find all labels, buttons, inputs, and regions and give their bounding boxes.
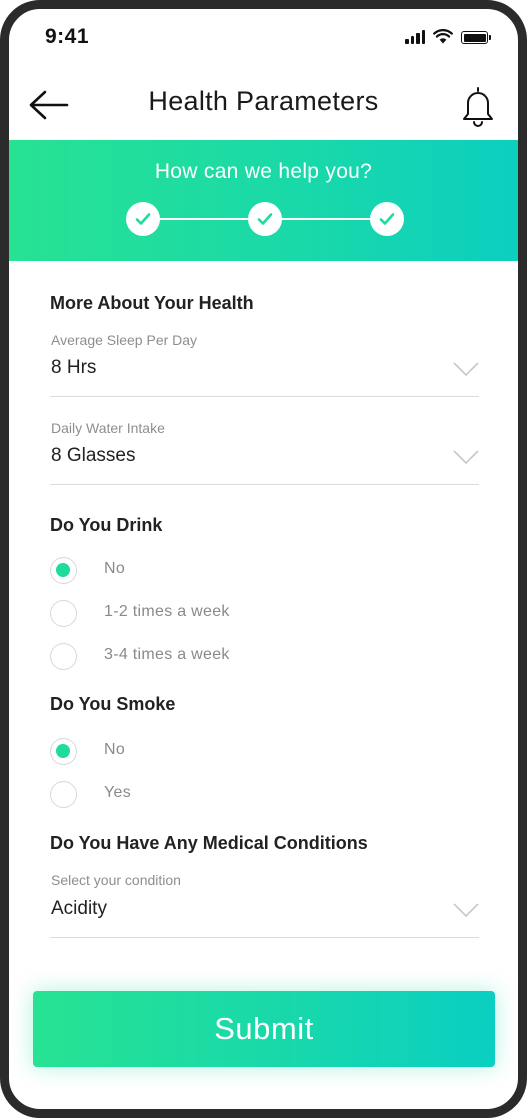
- sleep-select[interactable]: 8 Hrs: [50, 349, 479, 397]
- step-2-complete: [248, 202, 282, 236]
- radio-label: 3-4 times a week: [104, 646, 230, 663]
- bell-icon: [463, 87, 493, 127]
- step-1-complete: [126, 202, 160, 236]
- check-icon: [379, 213, 395, 225]
- step-connector: [280, 218, 370, 220]
- banner-title: How can we help you?: [154, 160, 373, 183]
- section-title-smoke: Do You Smoke: [50, 694, 176, 714]
- app-header: Health Parameters: [9, 73, 518, 141]
- section-title-medical: Do You Have Any Medical Conditions: [50, 833, 368, 853]
- condition-label: Select your condition: [51, 872, 181, 888]
- chevron-down-icon: [453, 362, 479, 377]
- section-title-health: More About Your Health: [50, 293, 254, 313]
- radio-button[interactable]: [50, 643, 77, 670]
- check-icon: [257, 213, 273, 225]
- submit-button[interactable]: Submit: [33, 991, 495, 1067]
- radio-label: No: [104, 560, 126, 577]
- condition-select[interactable]: Acidity: [50, 890, 479, 938]
- condition-value: Acidity: [51, 898, 107, 919]
- check-icon: [135, 213, 151, 225]
- water-value: 8 Glasses: [51, 445, 136, 466]
- smoke-option-no[interactable]: No: [50, 736, 350, 766]
- page-title: Health Parameters: [148, 86, 379, 116]
- section-title-drink: Do You Drink: [50, 515, 163, 535]
- radio-label: Yes: [104, 784, 132, 801]
- drink-option-3-4-times[interactable]: 3-4 times a week: [50, 641, 350, 671]
- water-select[interactable]: 8 Glasses: [50, 437, 479, 485]
- radio-button-selected[interactable]: [50, 738, 77, 765]
- progress-stepper: [126, 202, 406, 236]
- step-connector: [158, 218, 248, 220]
- battery-icon: [461, 31, 491, 44]
- sleep-label: Average Sleep Per Day: [51, 332, 198, 348]
- radio-label: No: [104, 741, 126, 758]
- smoke-option-yes[interactable]: Yes: [50, 779, 350, 809]
- signal-icon: [405, 30, 425, 44]
- phone-frame: 9:41 Health Parameters How can we help y…: [0, 0, 527, 1118]
- wifi-icon: [433, 29, 453, 44]
- radio-button[interactable]: [50, 781, 77, 808]
- progress-banner: How can we help you?: [9, 140, 518, 261]
- status-bar: 9:41: [9, 9, 518, 73]
- drink-option-no[interactable]: No: [50, 555, 350, 585]
- radio-button-selected[interactable]: [50, 557, 77, 584]
- chevron-down-icon: [453, 450, 479, 465]
- step-3-complete: [370, 202, 404, 236]
- water-label: Daily Water Intake: [51, 420, 165, 436]
- radio-button[interactable]: [50, 600, 77, 627]
- chevron-down-icon: [453, 903, 479, 918]
- status-icons: [405, 29, 491, 44]
- sleep-value: 8 Hrs: [51, 357, 97, 378]
- drink-option-1-2-times[interactable]: 1-2 times a week: [50, 598, 350, 628]
- status-time: 9:41: [45, 25, 90, 48]
- radio-label: 1-2 times a week: [104, 603, 230, 620]
- notifications-button[interactable]: [458, 83, 498, 127]
